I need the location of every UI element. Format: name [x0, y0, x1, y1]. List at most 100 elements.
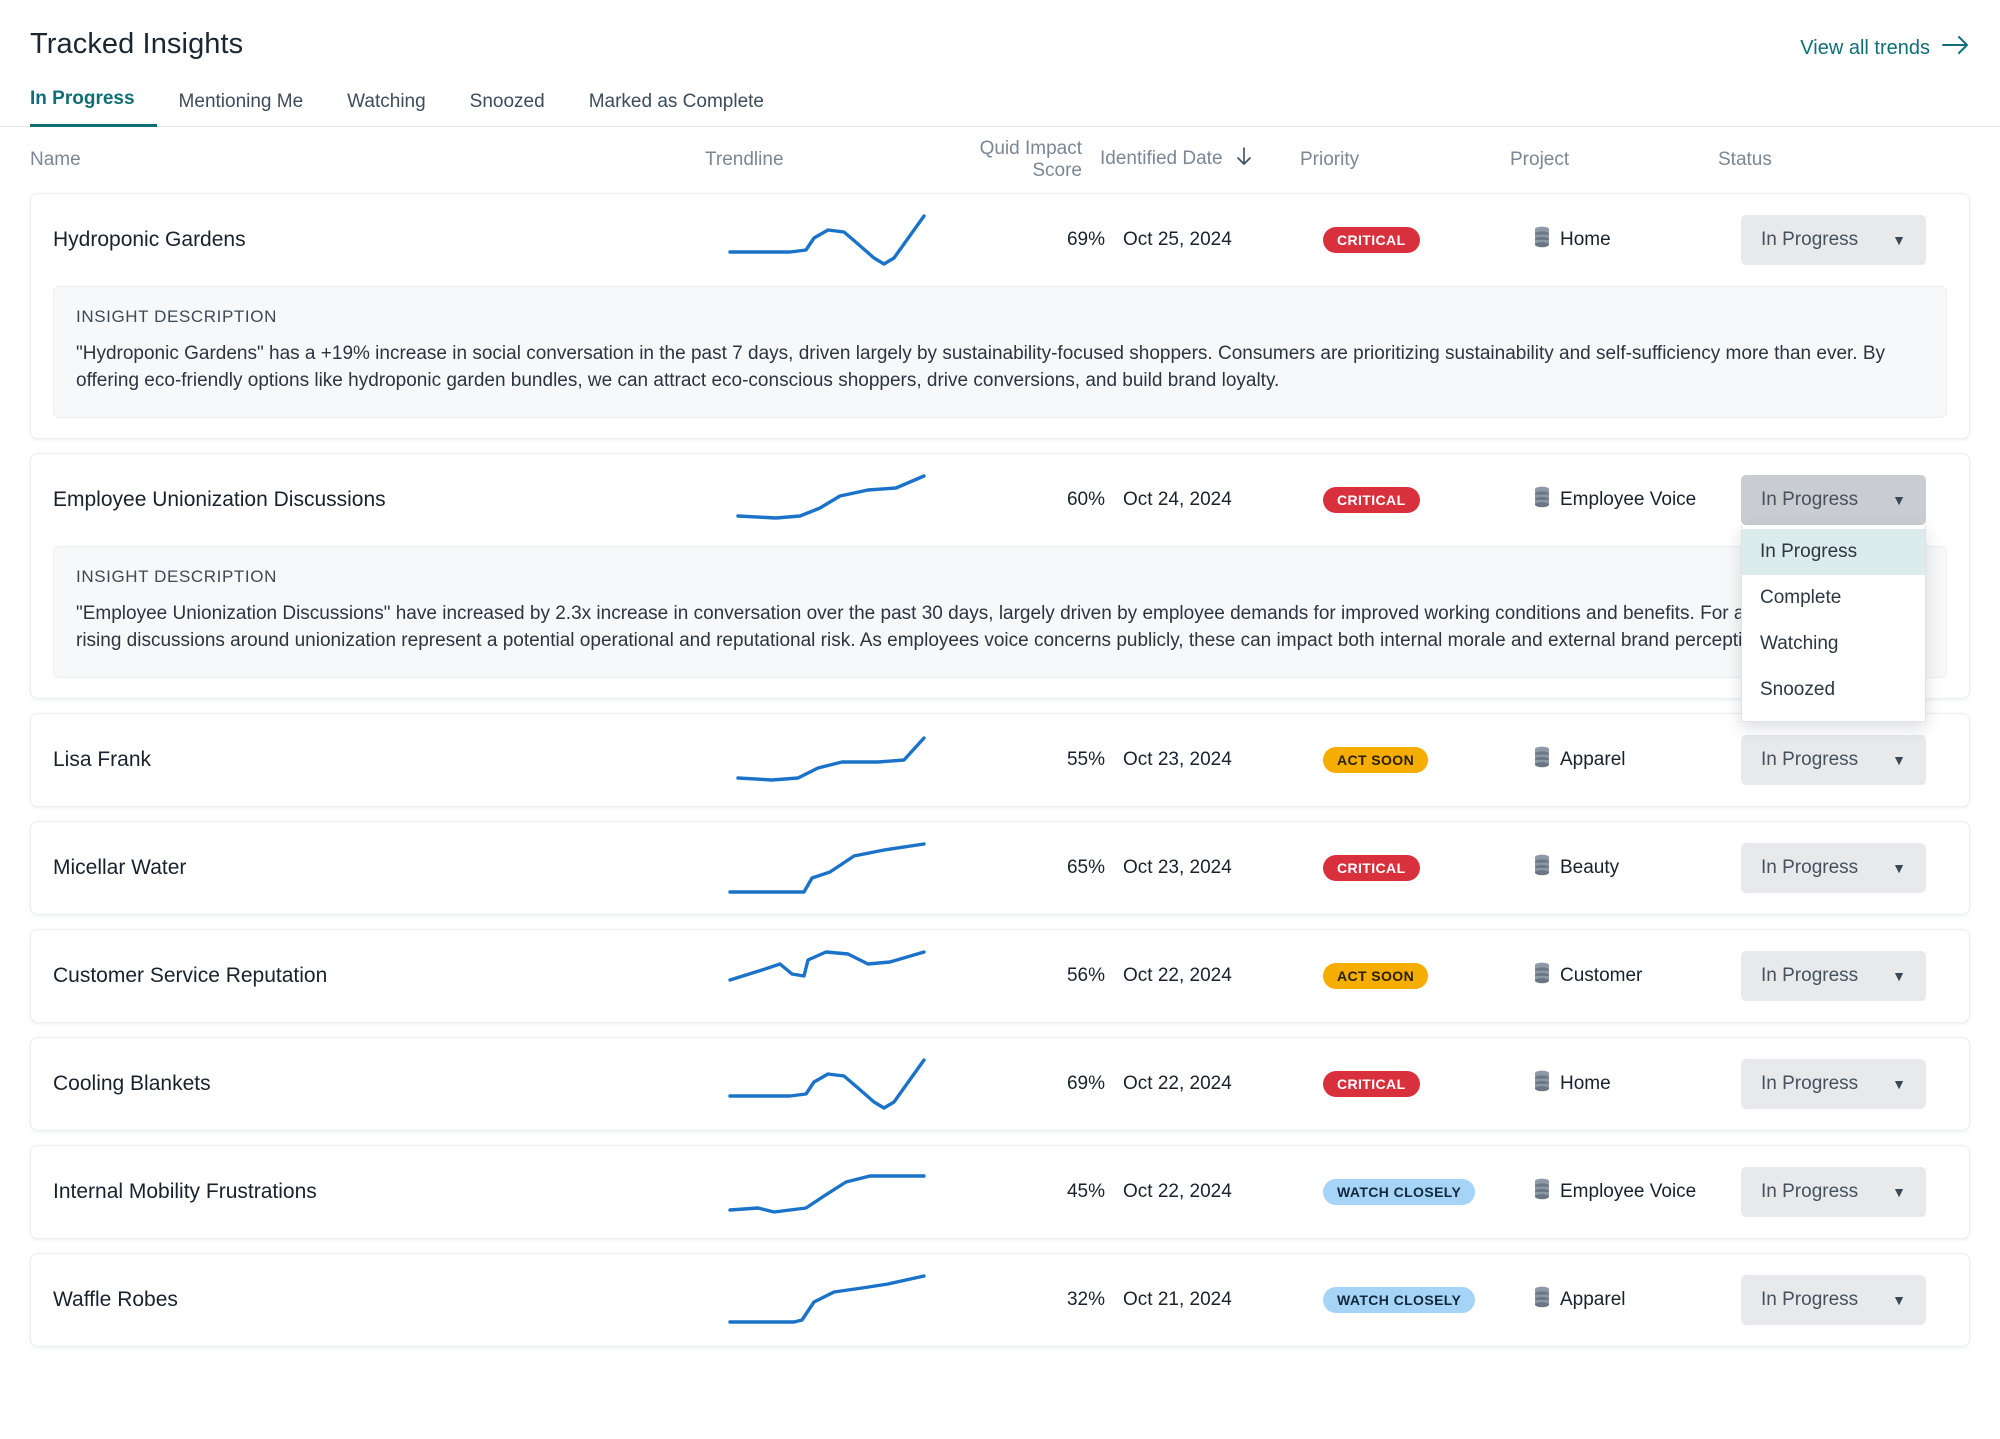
table-row[interactable]: Cooling Blankets69%Oct 22, 2024CRITICALH…	[31, 1038, 1969, 1130]
status-select-button[interactable]: In Progress▼	[1741, 1167, 1926, 1217]
trendline-chart	[728, 1052, 928, 1116]
insight-description-panel: INSIGHT DESCRIPTION"Employee Unionizatio…	[53, 546, 1947, 678]
priority-cell: ACT SOON	[1323, 747, 1533, 773]
project-name: Apparel	[1560, 749, 1626, 771]
project-cell: Apparel	[1533, 746, 1741, 774]
database-icon	[1533, 486, 1551, 514]
tab-marked-as-complete[interactable]: Marked as Complete	[567, 91, 786, 127]
project-name: Customer	[1560, 965, 1642, 987]
status-select-wrapper: In Progress▼	[1741, 951, 1926, 1001]
insight-name: Cooling Blankets	[53, 1072, 728, 1096]
status-select-button[interactable]: In Progress▼	[1741, 735, 1926, 785]
column-header-project[interactable]: Project	[1510, 149, 1718, 171]
trendline-chart	[728, 1268, 928, 1332]
column-header-date-label: Identified Date	[1100, 148, 1223, 169]
insight-name: Hydroponic Gardens	[53, 228, 728, 252]
project-name: Home	[1560, 229, 1611, 251]
status-option-complete[interactable]: Complete	[1742, 575, 1925, 621]
priority-badge: WATCH CLOSELY	[1323, 1179, 1475, 1205]
impact-score: 56%	[958, 965, 1123, 987]
status-option-in-progress[interactable]: In Progress	[1742, 529, 1925, 575]
trendline-chart	[728, 836, 928, 900]
status-select-button[interactable]: In Progress▼	[1741, 475, 1926, 525]
impact-score: 60%	[958, 489, 1123, 511]
insight-name: Internal Mobility Frustrations	[53, 1180, 728, 1204]
insight-description-label: INSIGHT DESCRIPTION	[76, 307, 1924, 327]
tab-watching[interactable]: Watching	[325, 91, 448, 127]
status-select-button[interactable]: In Progress▼	[1741, 951, 1926, 1001]
trendline-chart	[728, 208, 928, 272]
identified-date: Oct 25, 2024	[1123, 229, 1323, 251]
insight-card[interactable]: Employee Unionization Discussions60%Oct …	[30, 453, 1970, 699]
status-select-button[interactable]: In Progress▼	[1741, 215, 1926, 265]
insight-card[interactable]: Micellar Water65%Oct 23, 2024CRITICALBea…	[30, 821, 1970, 915]
view-all-trends-link[interactable]: View all trends	[1800, 28, 1970, 61]
priority-badge: WATCH CLOSELY	[1323, 1287, 1475, 1313]
database-icon	[1533, 226, 1551, 254]
status-select-value: In Progress	[1761, 1289, 1858, 1311]
database-icon	[1533, 746, 1551, 774]
impact-score: 69%	[958, 1073, 1123, 1095]
insight-card[interactable]: Lisa Frank55%Oct 23, 2024ACT SOONApparel…	[30, 713, 1970, 807]
table-row[interactable]: Micellar Water65%Oct 23, 2024CRITICALBea…	[31, 822, 1969, 914]
table-row[interactable]: Internal Mobility Frustrations45%Oct 22,…	[31, 1146, 1969, 1238]
column-header-score[interactable]: Quid Impact Score	[935, 138, 1100, 182]
table-row[interactable]: Employee Unionization Discussions60%Oct …	[31, 454, 1969, 546]
priority-badge: ACT SOON	[1323, 963, 1428, 989]
column-header-trendline[interactable]: Trendline	[705, 149, 935, 171]
database-icon	[1533, 854, 1551, 882]
priority-badge: CRITICAL	[1323, 227, 1420, 253]
trendline-chart	[728, 944, 928, 1008]
status-select-value: In Progress	[1761, 965, 1858, 987]
identified-date: Oct 22, 2024	[1123, 1073, 1323, 1095]
project-cell: Employee Voice	[1533, 1178, 1741, 1206]
table-row[interactable]: Waffle Robes32%Oct 21, 2024WATCH CLOSELY…	[31, 1254, 1969, 1346]
insight-card[interactable]: Cooling Blankets69%Oct 22, 2024CRITICALH…	[30, 1037, 1970, 1131]
project-cell: Employee Voice	[1533, 486, 1741, 514]
status-select-value: In Progress	[1761, 1181, 1858, 1203]
table-row[interactable]: Hydroponic Gardens 69%Oct 25, 2024CRITICA…	[31, 194, 1969, 286]
identified-date: Oct 21, 2024	[1123, 1289, 1323, 1311]
status-select-button[interactable]: In Progress▼	[1741, 1275, 1926, 1325]
database-icon	[1533, 962, 1551, 990]
column-header-date[interactable]: Identified Date	[1100, 147, 1300, 173]
status-select-value: In Progress	[1761, 1073, 1858, 1095]
status-cell: In Progress ▼	[1741, 1059, 1947, 1109]
status-option-watching[interactable]: Watching	[1742, 621, 1925, 667]
impact-score: 69%	[958, 229, 1123, 251]
project-name: Employee Voice	[1560, 489, 1696, 511]
column-header-priority[interactable]: Priority	[1300, 149, 1510, 171]
status-select-wrapper: In Progress ▼	[1741, 1059, 1926, 1109]
status-select-button[interactable]: In Progress ▼	[1741, 1059, 1926, 1109]
table-column-headers: Name Trendline Quid Impact Score Identif…	[0, 127, 2000, 193]
insight-card[interactable]: Waffle Robes32%Oct 21, 2024WATCH CLOSELY…	[30, 1253, 1970, 1347]
tracked-insights-page: Tracked Insights View all trends In Prog…	[0, 0, 2000, 1439]
status-select-wrapper: In Progress▼	[1741, 843, 1926, 893]
impact-score: 65%	[958, 857, 1123, 879]
table-row[interactable]: Lisa Frank55%Oct 23, 2024ACT SOONApparel…	[31, 714, 1969, 806]
insight-card[interactable]: Internal Mobility Frustrations45%Oct 22,…	[30, 1145, 1970, 1239]
insight-description-panel: INSIGHT DESCRIPTION"Hydroponic Gardens" …	[53, 286, 1947, 418]
project-name: Home	[1560, 1073, 1611, 1095]
column-header-status[interactable]: Status	[1718, 149, 1970, 171]
status-option-snoozed[interactable]: Snoozed	[1742, 667, 1925, 713]
insight-card[interactable]: Customer Service Reputation56%Oct 22, 20…	[30, 929, 1970, 1023]
priority-cell: CRITICAL	[1323, 227, 1533, 253]
tab-mentioning-me[interactable]: Mentioning Me	[157, 91, 326, 127]
tab-in-progress[interactable]: In Progress	[30, 88, 157, 127]
status-select-value: In Progress	[1761, 749, 1858, 771]
status-select-value: In Progress	[1761, 229, 1858, 251]
status-select-button[interactable]: In Progress▼	[1741, 843, 1926, 893]
project-name: Beauty	[1560, 857, 1619, 879]
trendline-cell	[728, 1268, 958, 1332]
database-icon	[1533, 1070, 1551, 1098]
tab-snoozed[interactable]: Snoozed	[448, 91, 567, 127]
insight-name: Employee Unionization Discussions	[53, 488, 728, 512]
table-row[interactable]: Customer Service Reputation56%Oct 22, 20…	[31, 930, 1969, 1022]
column-header-name[interactable]: Name	[30, 149, 705, 171]
chevron-down-icon: ▼	[1892, 1077, 1906, 1091]
status-select-wrapper: In Progress▼	[1741, 1167, 1926, 1217]
page-title: Tracked Insights	[30, 28, 243, 61]
insight-card[interactable]: Hydroponic Gardens 69%Oct 25, 2024CRITICA…	[30, 193, 1970, 439]
identified-date: Oct 23, 2024	[1123, 857, 1323, 879]
